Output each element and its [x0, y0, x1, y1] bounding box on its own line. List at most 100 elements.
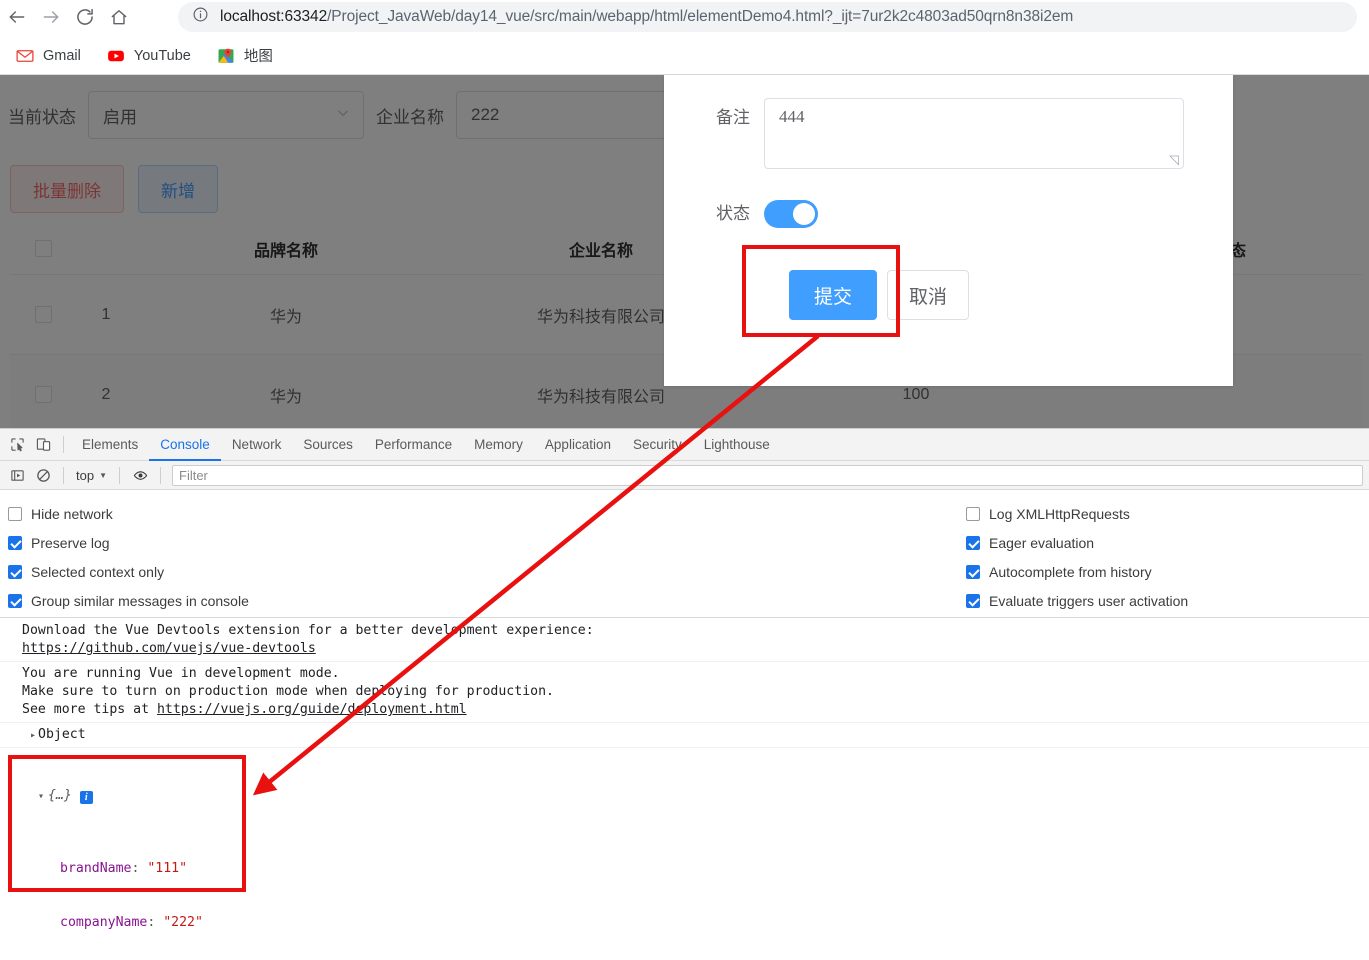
- checkbox[interactable]: [8, 535, 22, 550]
- status-label: 状态: [716, 204, 750, 223]
- tab-application[interactable]: Application: [534, 429, 622, 461]
- console-object-label: Object: [38, 727, 86, 742]
- option-label: Group similar messages in console: [31, 592, 249, 609]
- live-expression-icon[interactable]: [127, 462, 153, 488]
- devtools-filterbar: top ▼ Filter: [0, 461, 1369, 490]
- filter-input-placeholder: Filter: [179, 467, 208, 483]
- tab-sources[interactable]: Sources: [292, 429, 364, 461]
- option-autocomplete-from-history[interactable]: Autocomplete from history: [966, 557, 1188, 586]
- tab-performance[interactable]: Performance: [364, 429, 463, 461]
- option-label: Eager evaluation: [989, 534, 1095, 551]
- bookmark-gmail[interactable]: Gmail: [16, 47, 81, 65]
- devtools-tabbar: Elements Console Network Sources Perform…: [0, 429, 1369, 461]
- address-bar[interactable]: localhost:63342/Project_JavaWeb/day14_vu…: [178, 2, 1357, 32]
- status-form-row: 状态: [664, 200, 818, 228]
- address-bar-host: localhost:63342: [220, 8, 328, 25]
- option-log-xmlhttprequests[interactable]: Log XMLHttpRequests: [966, 499, 1188, 528]
- home-icon[interactable]: [102, 0, 136, 33]
- inspect-element-icon[interactable]: [4, 432, 30, 458]
- collapse-triangle-icon[interactable]: ▾: [38, 788, 48, 806]
- gmail-icon: [16, 49, 34, 62]
- filterbar-divider-2: [119, 466, 120, 484]
- tab-memory[interactable]: Memory: [463, 429, 534, 461]
- device-toolbar-icon[interactable]: [30, 432, 56, 458]
- submit-button[interactable]: 提交: [789, 270, 877, 320]
- object-brace: {…}: [48, 788, 72, 803]
- console-message-text: Make sure to turn on production mode whe…: [22, 684, 554, 699]
- checkbox[interactable]: [966, 564, 980, 579]
- object-head-row[interactable]: ▾ {…} i: [38, 787, 1369, 806]
- checkbox[interactable]: [966, 535, 980, 550]
- option-evaluate-triggers-user-activation[interactable]: Evaluate triggers user activation: [966, 586, 1188, 615]
- console-settings: Hide network Preserve log Selected conte…: [0, 490, 1369, 638]
- checkbox[interactable]: [8, 506, 22, 521]
- option-hide-network[interactable]: Hide network: [8, 499, 249, 528]
- page-info-icon[interactable]: [192, 6, 209, 28]
- vue-deployment-link[interactable]: https://vuejs.org/guide/deployment.html: [157, 702, 467, 717]
- console-message-vue-devtools: Download the Vue Devtools extension for …: [0, 619, 1369, 662]
- address-bar-url: localhost:63342/Project_JavaWeb/day14_vu…: [220, 8, 1073, 26]
- option-label: Autocomplete from history: [989, 563, 1152, 580]
- execute-snippet-icon[interactable]: [4, 462, 30, 488]
- context-selector[interactable]: top ▼: [71, 468, 112, 483]
- property-key: companyName: [60, 915, 148, 930]
- bookmark-maps[interactable]: 地图: [217, 45, 273, 66]
- tab-console[interactable]: Console: [149, 429, 221, 461]
- property-value: "222": [163, 915, 203, 930]
- address-bar-path: /Project_JavaWeb/day14_vue/src/main/weba…: [327, 8, 1074, 25]
- option-label: Evaluate triggers user activation: [989, 592, 1189, 609]
- console-message-text: See more tips at: [22, 702, 157, 717]
- chevron-down-icon: ▼: [99, 470, 107, 480]
- forward-arrow-icon[interactable]: [34, 0, 68, 33]
- edit-brand-dialog: 备注 444 ◸ 状态 提交 取消: [664, 75, 1233, 386]
- tab-lighthouse[interactable]: Lighthouse: [693, 429, 781, 461]
- option-selected-context-only[interactable]: Selected context only: [8, 557, 249, 586]
- bookmark-label: Gmail: [43, 47, 81, 64]
- checkbox[interactable]: [8, 564, 22, 579]
- vue-devtools-link[interactable]: https://github.com/vuejs/vue-devtools: [22, 641, 316, 656]
- console-message-text: You are running Vue in development mode.: [22, 666, 340, 681]
- tab-elements[interactable]: Elements: [71, 429, 149, 461]
- description-textarea[interactable]: 444 ◸: [764, 98, 1184, 169]
- description-textarea-value: 444: [779, 107, 805, 126]
- resize-grip-icon[interactable]: ◸: [1167, 152, 1181, 167]
- filterbar-divider-1: [63, 466, 64, 484]
- filterbar-divider-3: [160, 466, 161, 484]
- tab-security[interactable]: Security: [622, 429, 693, 461]
- bookmark-label: 地图: [243, 49, 273, 65]
- devtools-panel: Elements Console Network Sources Perform…: [0, 428, 1369, 960]
- option-label: Selected context only: [31, 563, 165, 580]
- screenshot-root: localhost:63342/Project_JavaWeb/day14_vu…: [0, 0, 1369, 960]
- option-group-similar-messages[interactable]: Group similar messages in console: [8, 586, 249, 615]
- google-maps-icon: [218, 48, 234, 63]
- back-arrow-icon[interactable]: [0, 0, 34, 33]
- description-label: 备注: [716, 108, 750, 127]
- filter-input[interactable]: Filter: [172, 464, 1363, 486]
- toolbar-divider: [63, 436, 64, 453]
- browser-chrome: localhost:63342/Project_JavaWeb/day14_vu…: [0, 0, 1369, 75]
- clear-console-icon[interactable]: [30, 462, 56, 488]
- property-value: "111": [147, 861, 188, 876]
- dialog-footer: 提交 取消: [789, 270, 969, 320]
- bookmark-label: YouTube: [133, 47, 191, 64]
- console-message-object-expanded[interactable]: ▾ {…} i brandName: "111" companyName: "22…: [0, 748, 1369, 960]
- console-settings-right-column: Log XMLHttpRequests Eager evaluation Aut…: [966, 499, 1188, 615]
- property-key: brandName: [60, 861, 132, 876]
- bookmark-youtube[interactable]: YouTube: [107, 47, 191, 65]
- option-label: Preserve log: [31, 534, 110, 551]
- checkbox[interactable]: [8, 593, 22, 608]
- status-toggle[interactable]: [764, 200, 818, 228]
- checkbox[interactable]: [966, 506, 980, 521]
- expand-triangle-icon[interactable]: ▸: [30, 727, 40, 745]
- reload-icon[interactable]: [68, 0, 102, 33]
- description-form-row: 备注 444 ◸: [664, 98, 1184, 169]
- object-property-row: brandName: "111": [60, 861, 188, 876]
- console-output: Download the Vue Devtools extension for …: [0, 619, 1369, 960]
- tab-network[interactable]: Network: [221, 429, 293, 461]
- option-eager-evaluation[interactable]: Eager evaluation: [966, 528, 1188, 557]
- console-message-object-collapsed[interactable]: ▸ Object: [0, 723, 1369, 748]
- option-preserve-log[interactable]: Preserve log: [8, 528, 249, 557]
- info-badge-icon[interactable]: i: [79, 791, 93, 804]
- checkbox[interactable]: [966, 593, 980, 608]
- cancel-button[interactable]: 取消: [887, 270, 969, 320]
